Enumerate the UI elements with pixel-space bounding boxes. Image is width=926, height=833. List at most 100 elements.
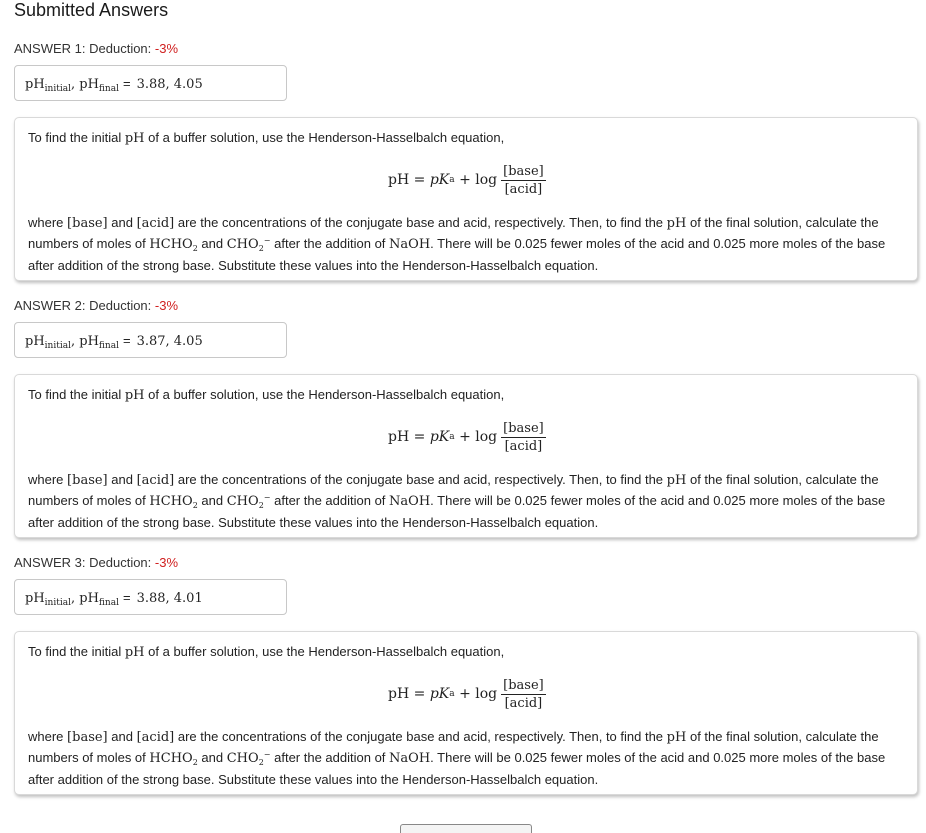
body-text-1: are the concentrations of the conjugate …	[177, 215, 664, 230]
feedback-panel: To find the initial pH of a buffer solut…	[14, 631, 918, 795]
response-ph: pH	[25, 591, 45, 606]
and-text: and	[111, 215, 133, 230]
hcho2-sub: 2	[192, 758, 198, 767]
acid-math: [acid]	[136, 216, 175, 231]
eq-lhs: pH	[388, 429, 410, 445]
eq-log: log	[475, 686, 498, 702]
where-text: where	[28, 729, 64, 744]
response-sep: ,	[70, 334, 76, 349]
body-text-3: after the addition of	[274, 750, 386, 765]
cho2-sup: −	[263, 750, 271, 759]
eq-denominator: [acid]	[504, 438, 543, 454]
hcho2-math: HCHO2	[149, 494, 198, 510]
response-equals: =	[122, 333, 131, 348]
naoh-math: NaOH	[389, 494, 431, 509]
response-final-sub: final	[98, 341, 119, 351]
cho2-math: CHO2−	[227, 750, 271, 767]
response-ph: pH	[79, 591, 99, 606]
response-ph: pH	[25, 77, 45, 92]
and-text: and	[201, 750, 224, 765]
eq-denominator: [acid]	[504, 181, 543, 197]
and-text: and	[111, 729, 133, 744]
hcho2-sub: 2	[192, 501, 198, 510]
response-sep: ,	[70, 591, 76, 606]
eq-a-sub: a	[449, 432, 455, 442]
naoh-math: NaOH	[389, 237, 431, 252]
response-value: 3.88, 4.05	[136, 77, 203, 92]
base-math: [base]	[67, 473, 108, 488]
bottom-button[interactable]	[400, 824, 532, 833]
eq-numerator: [base]	[501, 163, 546, 181]
answer-deduction-label: ANSWER 3: Deduction: -3%	[14, 555, 918, 571]
response-initial-sub: initial	[44, 84, 71, 94]
answer-label: ANSWER 2: Deduction:	[14, 298, 155, 313]
cho2-sup: −	[263, 236, 271, 245]
where-text: where	[28, 215, 64, 230]
cho2-sub: 2	[258, 501, 264, 510]
body-text-3: after the addition of	[274, 493, 386, 508]
answer-response-field: pHinitial, pHfinal = 3.87, 4.05	[14, 322, 287, 358]
intro-math-ph: pH	[124, 388, 145, 403]
cho2-sub: 2	[258, 244, 264, 253]
intro-math-ph: pH	[124, 645, 145, 660]
body-text-3: after the addition of	[274, 236, 386, 251]
and-text: and	[201, 236, 224, 251]
eq-plus: +	[459, 429, 471, 445]
acid-math: [acid]	[136, 730, 175, 745]
ph-math: pH	[666, 730, 687, 745]
hcho2-math: HCHO2	[149, 751, 198, 767]
henderson-hasselbalch-equation: pH = pK a + log [base] [acid]	[388, 415, 546, 459]
eq-a-sub: a	[449, 175, 455, 185]
intro-text: To find the initial	[28, 387, 122, 402]
hcho2-text: HCHO	[149, 494, 193, 509]
ph-math: pH	[666, 473, 687, 488]
intro-math-ph: pH	[124, 131, 145, 146]
body-text-1: are the concentrations of the conjugate …	[177, 472, 664, 487]
base-math: [base]	[67, 216, 108, 231]
intro-text: To find the initial	[28, 644, 122, 659]
naoh-math: NaOH	[389, 751, 431, 766]
ph-math: pH	[666, 216, 687, 231]
eq-equals: =	[413, 172, 426, 188]
response-value: 3.88, 4.01	[136, 591, 203, 606]
intro-end-text: of a buffer solution, use the Henderson-…	[148, 387, 505, 402]
response-sep: ,	[70, 77, 76, 92]
eq-pk: pK	[429, 686, 450, 702]
deduction-value: -3%	[154, 41, 179, 56]
and-text: and	[201, 493, 224, 508]
answer-label: ANSWER 1: Deduction:	[14, 41, 155, 56]
response-initial-sub: initial	[44, 341, 71, 351]
hcho2-text: HCHO	[149, 237, 193, 252]
eq-lhs: pH	[388, 686, 410, 702]
cho2-sup: −	[263, 493, 271, 502]
base-math: [base]	[67, 730, 108, 745]
eq-equals: =	[413, 686, 426, 702]
response-initial-sub: initial	[44, 598, 71, 608]
feedback-intro: To find the initial pH of a buffer solut…	[28, 386, 504, 404]
eq-pk: pK	[429, 429, 450, 445]
body-text-1: are the concentrations of the conjugate …	[177, 729, 664, 744]
eq-pk: pK	[429, 172, 450, 188]
answer-deduction-label: ANSWER 1: Deduction: -3%	[14, 41, 918, 57]
cho2-text: CHO	[226, 237, 259, 252]
cho2-math: CHO2−	[226, 493, 271, 510]
deduction-value: -3%	[154, 555, 179, 570]
intro-end-text: of a buffer solution, use the Henderson-…	[148, 644, 505, 659]
answer-deduction-label: ANSWER 2: Deduction: -3%	[14, 298, 918, 314]
response-equals: =	[122, 76, 131, 91]
response-ph: pH	[25, 334, 45, 349]
hcho2-math: HCHO2	[149, 237, 197, 253]
cho2-text: CHO	[226, 494, 259, 509]
eq-log: log	[475, 429, 498, 445]
eq-denominator: [acid]	[504, 695, 543, 711]
response-equals: =	[122, 590, 131, 605]
answer-block: ANSWER 3: Deduction: -3% pHinitial, pHfi…	[14, 555, 918, 795]
submitted-answers-page: Submitted Answers ANSWER 1: Deduction: -…	[0, 0, 926, 833]
eq-a-sub: a	[449, 689, 455, 699]
eq-log: log	[475, 172, 498, 188]
response-final-sub: final	[98, 598, 119, 608]
eq-lhs: pH	[388, 172, 410, 188]
eq-plus: +	[459, 172, 471, 188]
answer-response-field: pHinitial, pHfinal = 3.88, 4.05	[14, 65, 287, 101]
intro-end-text: of a buffer solution, use the Henderson-…	[148, 130, 505, 145]
